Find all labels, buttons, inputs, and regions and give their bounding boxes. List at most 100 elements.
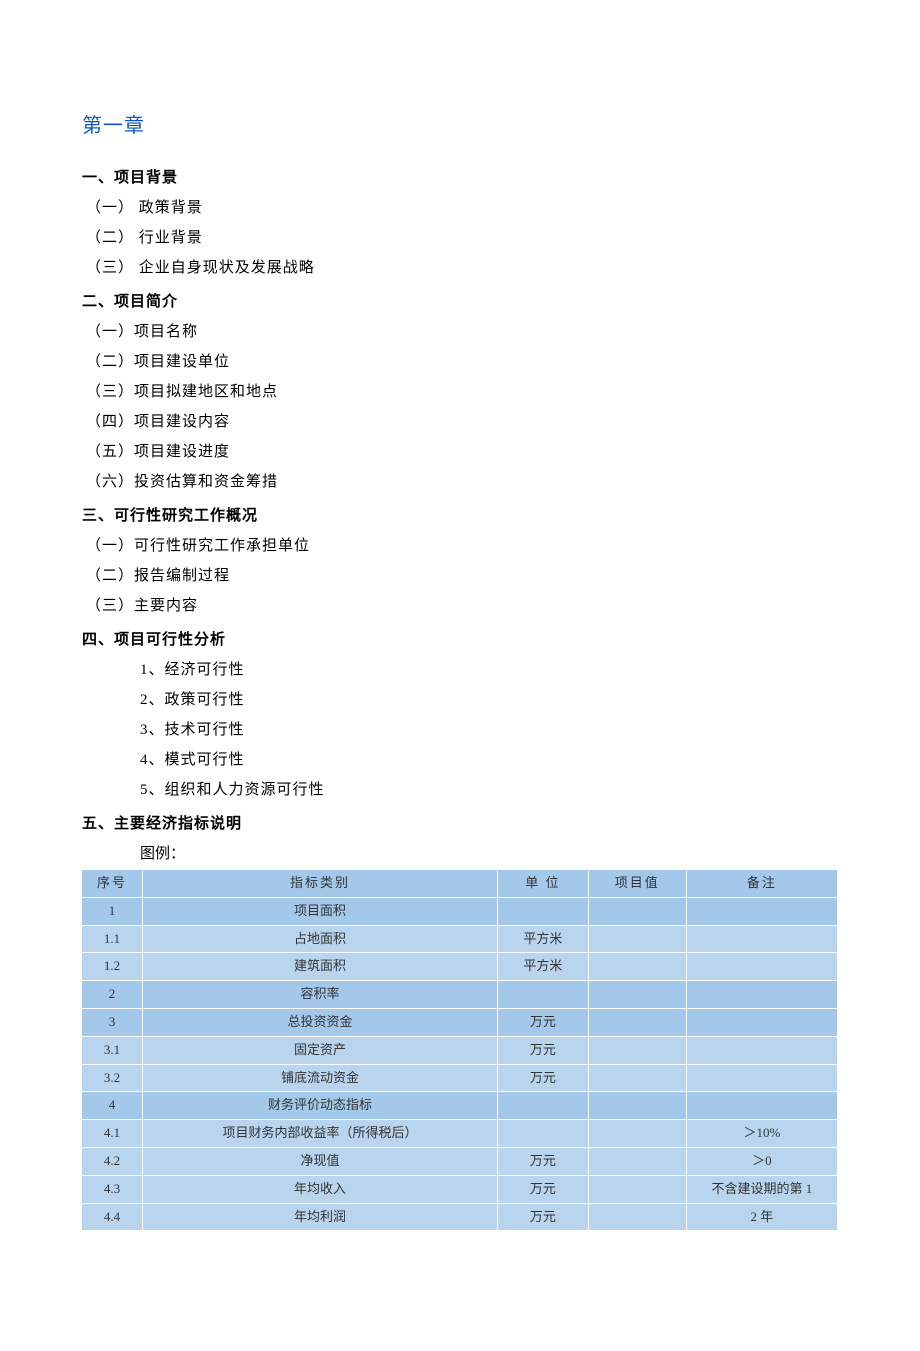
table-cell-cat: 容积率 [142, 981, 497, 1009]
table-cell-unit: 万元 [498, 1008, 589, 1036]
header-value: 项目值 [588, 870, 686, 897]
table-cell-no: 1.2 [82, 953, 142, 981]
table-row: 2容积率 [82, 981, 838, 1009]
section-1-item: （三） 企业自身现状及发展战略 [82, 256, 838, 280]
table-cell-unit: 平方米 [498, 925, 589, 953]
table-cell-unit: 万元 [498, 1147, 589, 1175]
table-row: 1.1占地面积平方米 [82, 925, 838, 953]
table-row: 4.3年均收入万元 不含建设期的第 1 [82, 1175, 838, 1203]
table-cell-note [686, 1008, 837, 1036]
table-row: 3.1固定资产万元 [82, 1036, 838, 1064]
section-4-item: 4、模式可行性 [82, 748, 838, 772]
table-cell-unit: 平方米 [498, 953, 589, 981]
table-cell-note: ＞10% [686, 1120, 837, 1148]
header-category: 指标类别 [142, 870, 497, 897]
table-cell-cat: 铺底流动资金 [142, 1064, 497, 1092]
section-2-item: （六）投资估算和资金筹措 [82, 470, 838, 494]
section-4-item: 1、经济可行性 [82, 658, 838, 682]
table-cell-note [686, 897, 837, 925]
section-3-item: （三）主要内容 [82, 594, 838, 618]
table-cell-val [588, 1203, 686, 1231]
table-cell-unit [498, 1092, 589, 1120]
section-2-item: （二）项目建设单位 [82, 350, 838, 374]
table-cell-note: 不含建设期的第 1 [686, 1175, 837, 1203]
table-row: 4.4年均利润万元 2 年 [82, 1203, 838, 1231]
table-cell-val [588, 1064, 686, 1092]
section-1-item: （一） 政策背景 [82, 196, 838, 220]
section-4-item: 3、技术可行性 [82, 718, 838, 742]
table-cell-note: 2 年 [686, 1203, 837, 1231]
table-cell-no: 3.2 [82, 1064, 142, 1092]
table-cell-val [588, 897, 686, 925]
table-cell-cat: 建筑面积 [142, 953, 497, 981]
table-cell-note [686, 1092, 837, 1120]
table-cell-cat: 固定资产 [142, 1036, 497, 1064]
table-row: 4.2净现值万元 ＞0 [82, 1147, 838, 1175]
table-row: 3总投资资金万元 [82, 1008, 838, 1036]
table-cell-cat: 年均收入 [142, 1175, 497, 1203]
table-cell-no: 2 [82, 981, 142, 1009]
table-cell-val [588, 1036, 686, 1064]
table-cell-no: 4.3 [82, 1175, 142, 1203]
table-cell-cat: 总投资资金 [142, 1008, 497, 1036]
table-cell-val [588, 953, 686, 981]
section-2-item: （四）项目建设内容 [82, 410, 838, 434]
table-cell-unit: 万元 [498, 1203, 589, 1231]
table-cell-cat: 净现值 [142, 1147, 497, 1175]
table-cell-val [588, 1008, 686, 1036]
table-legend-label: 图例： [82, 842, 838, 866]
chapter-title: 第一章 [82, 110, 838, 142]
table-cell-no: 1 [82, 897, 142, 925]
section-3-item: （二）报告编制过程 [82, 564, 838, 588]
table-cell-cat: 项目面积 [142, 897, 497, 925]
table-cell-note [686, 981, 837, 1009]
table-cell-no: 4.4 [82, 1203, 142, 1231]
table-cell-no: 4.1 [82, 1120, 142, 1148]
table-cell-unit [498, 981, 589, 1009]
section-3-item: （一）可行性研究工作承担单位 [82, 534, 838, 558]
table-cell-cat: 年均利润 [142, 1203, 497, 1231]
table-cell-note: ＞0 [686, 1147, 837, 1175]
table-cell-note [686, 953, 837, 981]
table-body: 1项目面积1.1占地面积平方米1.2建筑面积平方米2容积率3总投资资金万元3.1… [82, 897, 838, 1231]
table-cell-no: 4 [82, 1092, 142, 1120]
section-2-item: （一）项目名称 [82, 320, 838, 344]
header-note: 备注 [686, 870, 837, 897]
table-cell-unit: 万元 [498, 1064, 589, 1092]
table-cell-val [588, 981, 686, 1009]
section-4-title: 四、项目可行性分析 [82, 628, 838, 652]
table-cell-cat: 占地面积 [142, 925, 497, 953]
section-2-item: （三）项目拟建地区和地点 [82, 380, 838, 404]
table-cell-unit: 万元 [498, 1036, 589, 1064]
table-cell-val [588, 1120, 686, 1148]
header-unit: 单 位 [498, 870, 589, 897]
table-row: 1项目面积 [82, 897, 838, 925]
section-3-title: 三、可行性研究工作概况 [82, 504, 838, 528]
table-cell-unit [498, 897, 589, 925]
section-4-item: 5、组织和人力资源可行性 [82, 778, 838, 802]
table-cell-note [686, 1036, 837, 1064]
table-cell-cat: 项目财务内部收益率（所得税后） [142, 1120, 497, 1148]
table-cell-no: 4.2 [82, 1147, 142, 1175]
table-row: 1.2建筑面积平方米 [82, 953, 838, 981]
table-cell-no: 1.1 [82, 925, 142, 953]
table-cell-unit: 万元 [498, 1175, 589, 1203]
table-cell-note [686, 1064, 837, 1092]
section-4-item: 2、政策可行性 [82, 688, 838, 712]
table-row: 4.1项目财务内部收益率（所得税后） ＞10% [82, 1120, 838, 1148]
table-cell-val [588, 925, 686, 953]
section-1-title: 一、项目背景 [82, 166, 838, 190]
table-cell-no: 3 [82, 1008, 142, 1036]
table-row: 4财务评价动态指标 [82, 1092, 838, 1120]
economic-indicators-table: 序号 指标类别 单 位 项目值 备注 1项目面积1.1占地面积平方米1.2建筑面… [82, 870, 838, 1231]
section-1-item: （二） 行业背景 [82, 226, 838, 250]
table-cell-note [686, 925, 837, 953]
table-row: 3.2铺底流动资金万元 [82, 1064, 838, 1092]
table-header-row: 序号 指标类别 单 位 项目值 备注 [82, 870, 838, 897]
table-cell-val [588, 1092, 686, 1120]
section-5-title: 五、主要经济指标说明 [82, 812, 838, 836]
table-cell-cat: 财务评价动态指标 [142, 1092, 497, 1120]
table-cell-val [588, 1147, 686, 1175]
section-2-item: （五）项目建设进度 [82, 440, 838, 464]
table-cell-unit [498, 1120, 589, 1148]
